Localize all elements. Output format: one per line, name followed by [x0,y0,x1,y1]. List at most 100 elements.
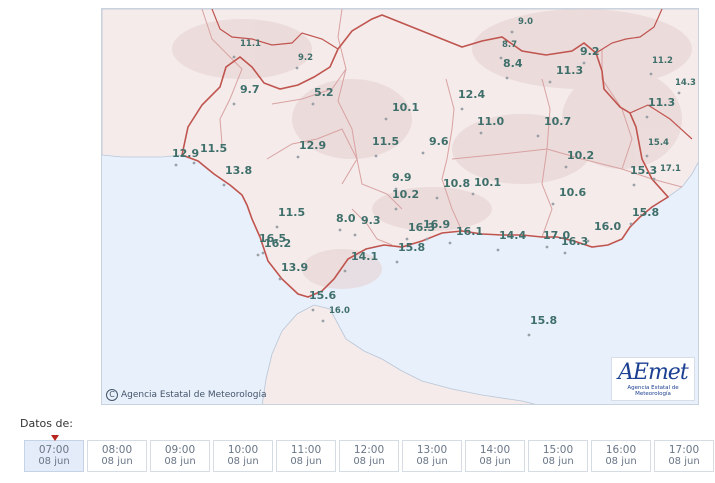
station-dot [232,55,236,59]
time-label: 08:00 [101,444,133,456]
aemet-logo-subtitle: Agencia Estatal de Meteorología [627,385,679,397]
temperature-value: 9.2 [580,45,600,58]
station-dot [343,269,347,273]
temperature-value: 10.2 [392,188,419,201]
station-dot [563,251,567,255]
time-button-1000[interactable]: 10:00 08 jun [213,440,273,472]
station-dot [421,151,425,155]
date-label: 08 jun [164,456,196,467]
copyright-notice: C Agencia Estatal de Meteorología [106,389,267,401]
time-label: 14:00 [479,444,511,456]
time-label: 15:00 [542,444,574,456]
station-dot [311,102,315,106]
station-dot [652,177,656,181]
temperature-value: 11.5 [278,206,305,219]
temperature-value: 15.8 [398,241,425,254]
temperature-value: 12.9 [172,147,199,160]
station-dot [471,192,475,196]
temperature-value: 8.4 [503,57,523,70]
station-dot [261,251,265,255]
time-button-0700[interactable]: 07:00 08 jun [24,435,84,472]
temperature-value: 16.3 [561,235,588,248]
date-label: 08 jun [479,456,511,467]
temperature-value: 12.9 [299,139,326,152]
temperature-value: 11.0 [477,115,504,128]
station-dot [192,161,196,165]
station-dot [296,155,300,159]
station-dot [548,80,552,84]
time-button-1700[interactable]: 17:00 08 jun [654,440,714,472]
aemet-logo-mark: AEmet [618,360,689,385]
temperature-value: 10.6 [559,186,586,199]
temperature-value: 14.3 [675,78,696,88]
temperature-value: 10.8 [443,177,470,190]
station-dot [321,319,325,323]
temperature-value: 9.9 [392,171,412,184]
station-dot [395,260,399,264]
date-label: 08 jun [668,456,700,467]
temperature-value: 9.7 [240,83,260,96]
temperature-value: 16.0 [329,306,350,316]
time-button-1200[interactable]: 12:00 08 jun [339,440,399,472]
temperature-value: 17.1 [660,164,681,174]
temperature-value: 14.4 [499,229,526,242]
station-dot [632,183,636,187]
station-dot [460,107,464,111]
time-label: 12:00 [353,444,385,456]
time-label: 13:00 [416,444,448,456]
temperature-value: 11.5 [200,142,227,155]
station-dot [353,233,357,237]
station-dot [174,163,178,167]
time-label: 09:00 [164,444,196,456]
temperature-value: 11.3 [648,96,675,109]
temperature-value: 15.4 [648,138,669,148]
temperature-value: 5.2 [314,86,334,99]
time-label: 07:00 [38,444,70,456]
temperature-map[interactable]: 9.0 8.7 9.2 11.1 9.2 8.4 11.3 11.2 14.3 9.7 5.2 12.… [101,8,699,405]
date-label: 08 jun [290,456,322,467]
station-dot [545,245,549,249]
time-button-1300[interactable]: 13:00 08 jun [402,440,462,472]
station-dot [510,30,514,34]
date-label: 08 jun [227,456,259,467]
date-label: 08 jun [542,456,574,467]
station-dot [295,66,299,70]
station-dot [278,277,282,281]
temperature-value: 12.4 [458,88,485,101]
time-button-0800[interactable]: 08:00 08 jun [87,440,147,472]
temperature-value: 16.1 [456,225,483,238]
time-button-1400[interactable]: 14:00 08 jun [465,440,525,472]
date-label: 08 jun [353,456,385,467]
temperature-value: 8.7 [502,40,517,50]
station-dot [222,183,226,187]
station-dot [629,222,633,226]
station-dot [394,207,398,211]
time-button-1100[interactable]: 11:00 08 jun [276,440,336,472]
temperature-value: 10.2 [567,149,594,162]
station-dot [448,241,452,245]
station-dot [405,237,409,241]
station-dot [232,102,236,106]
temperature-value: 11.1 [240,39,261,49]
station-dot [435,196,439,200]
copyright-icon: C [106,389,118,401]
temperature-value: 15.8 [530,314,557,327]
station-dot [505,76,509,80]
time-button-0900[interactable]: 09:00 08 jun [150,440,210,472]
date-label: 08 jun [38,456,70,467]
temperature-value: 10.7 [544,115,571,128]
map-canvas: 9.0 8.7 9.2 11.1 9.2 8.4 11.3 11.2 14.3 9.7 5.2 12.… [102,9,698,404]
temperature-value: 9.3 [361,214,381,227]
temperature-value: 16.9 [423,218,450,231]
time-button-1500[interactable]: 15:00 08 jun [528,440,588,472]
station-dot [275,225,279,229]
temperature-value: 8.0 [336,212,356,225]
station-dot [256,253,260,257]
station-dot [384,117,388,121]
time-label: 10:00 [227,444,259,456]
station-dot [338,228,342,232]
aemet-logo[interactable]: AEmet Agencia Estatal de Meteorología [611,357,695,401]
time-label: 17:00 [668,444,700,456]
time-button-1600[interactable]: 16:00 08 jun [591,440,651,472]
time-label: 16:00 [605,444,637,456]
